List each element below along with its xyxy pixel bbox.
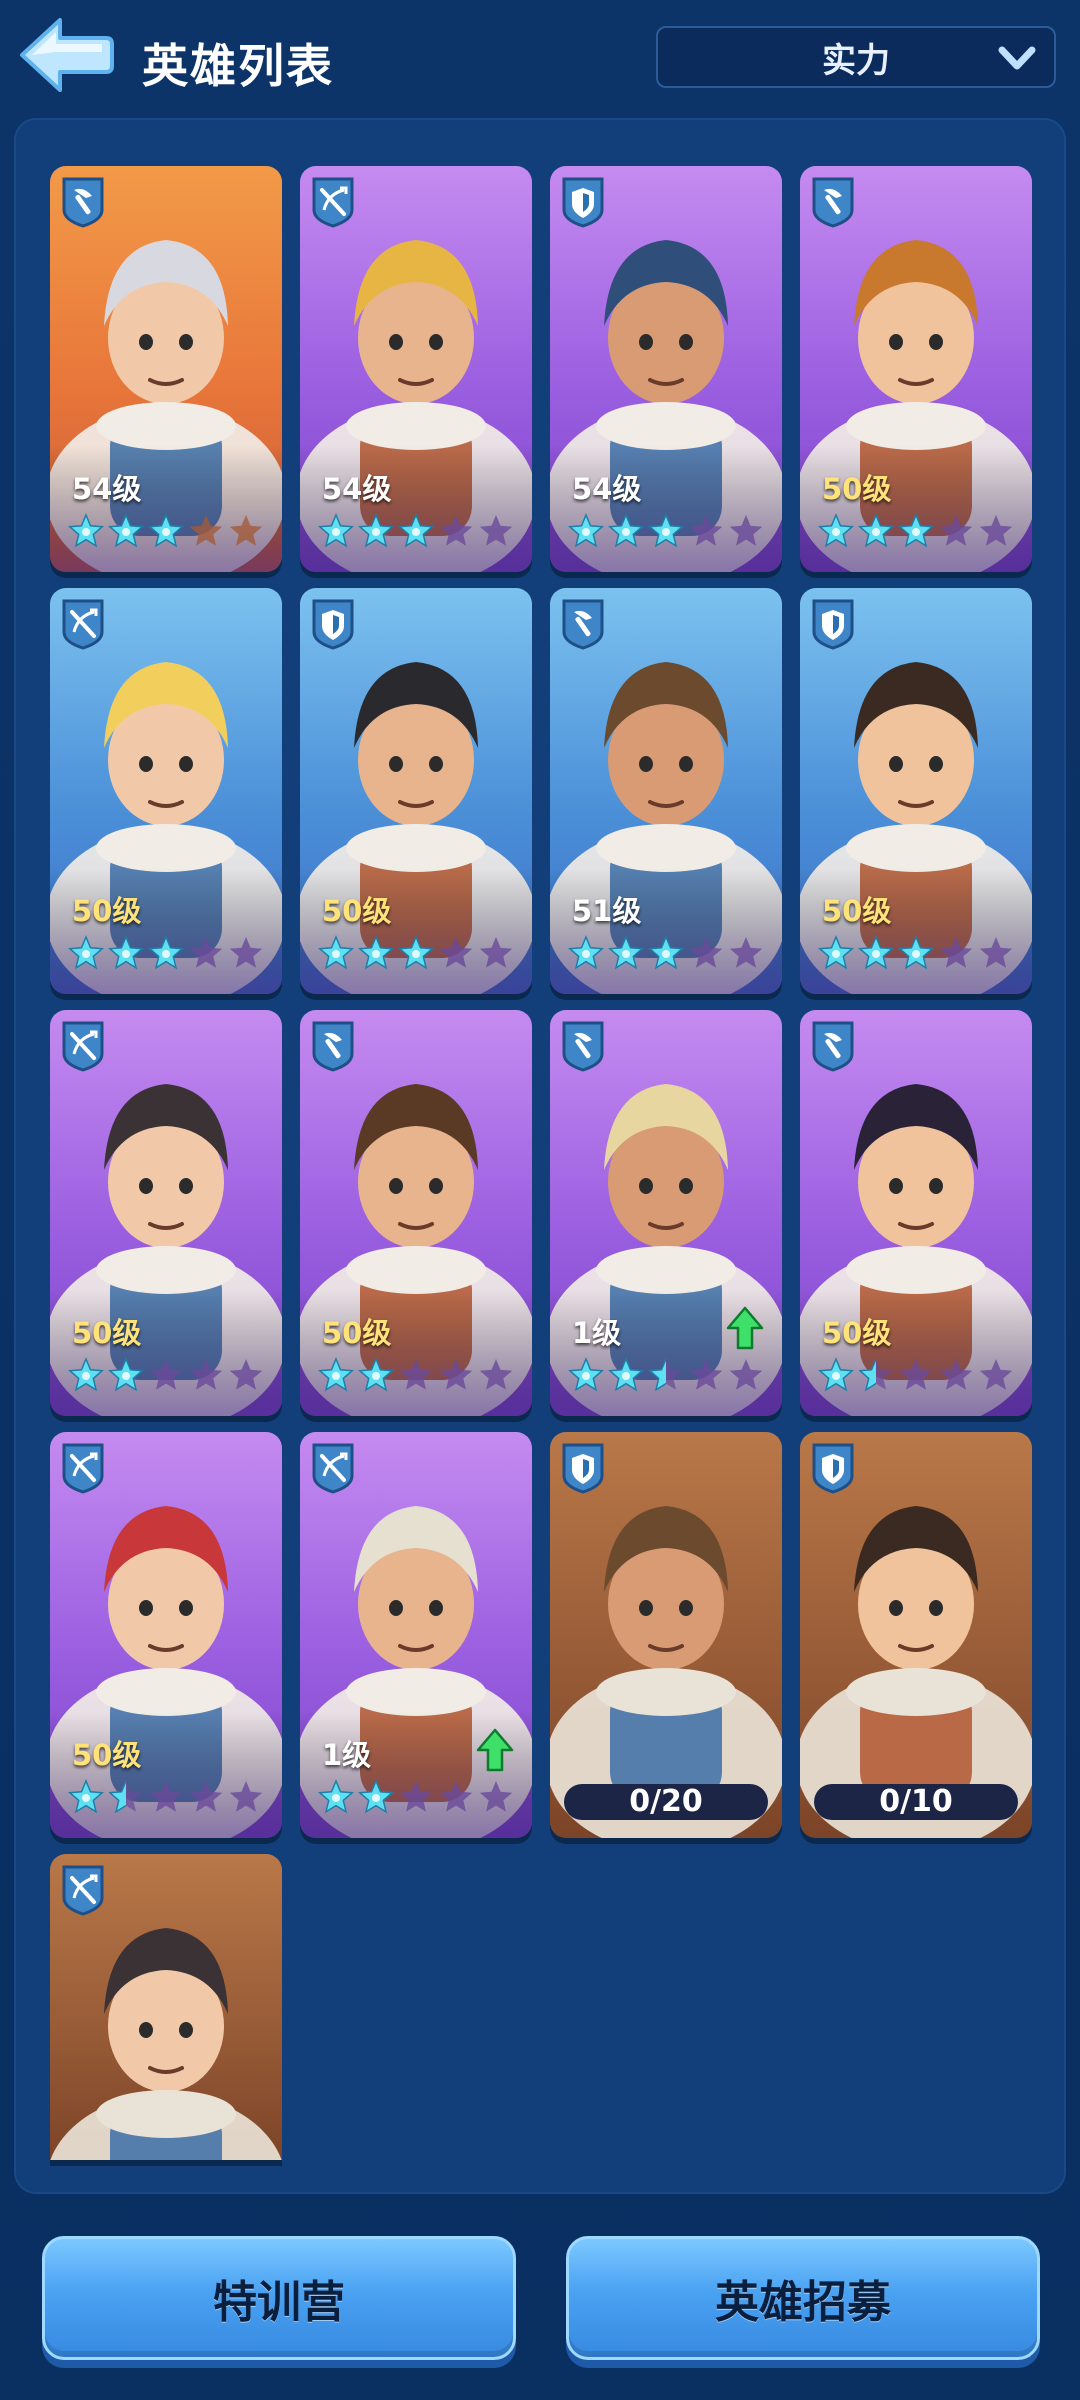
locked-hero-card[interactable]: 0/10 — [800, 1432, 1032, 1838]
locked-hero-card[interactable] — [50, 1854, 282, 2160]
hero-recruit-button[interactable]: 英雄招募 — [566, 2236, 1040, 2360]
star-rating — [817, 935, 1013, 970]
hero-card[interactable]: 50级 — [800, 1010, 1032, 1416]
star-rating — [317, 935, 513, 970]
shield-icon — [812, 1443, 854, 1494]
hero-level: 50级 — [822, 1316, 892, 1350]
pickaxe-icon — [562, 1021, 604, 1072]
shield-icon — [562, 1443, 604, 1494]
hero-card[interactable]: 50级 — [300, 1010, 532, 1416]
hero-card[interactable]: 50级 — [50, 1432, 282, 1838]
hero-card[interactable]: 54级 — [300, 166, 532, 572]
page-title: 英雄列表 — [142, 39, 334, 93]
pickaxe-icon — [62, 177, 104, 228]
hero-card[interactable]: 1级 — [550, 1010, 782, 1416]
chevron-down-icon — [998, 46, 1036, 70]
star-rating — [567, 935, 763, 970]
star-rating — [317, 1357, 513, 1392]
crossbow-icon — [62, 599, 104, 650]
upgrade-arrow-icon — [726, 1306, 764, 1350]
hero-level: 50级 — [322, 894, 392, 928]
hero-recruit-button-label: 英雄招募 — [715, 2277, 891, 2328]
crossbow-icon — [312, 177, 354, 228]
star-rating — [67, 1779, 263, 1814]
hero-level: 54级 — [322, 472, 392, 506]
pickaxe-icon — [812, 177, 854, 228]
star-rating — [317, 513, 513, 548]
hero-level: 54级 — [572, 472, 642, 506]
shield-icon — [312, 599, 354, 650]
hero-level: 50级 — [72, 1316, 142, 1350]
star-rating — [67, 1357, 263, 1392]
star-rating — [817, 1357, 1013, 1392]
shield-icon — [812, 599, 854, 650]
hero-card[interactable]: 50级 — [300, 588, 532, 994]
star-rating — [817, 513, 1013, 548]
back-arrow-icon[interactable] — [14, 14, 114, 96]
hero-level: 1级 — [322, 1738, 372, 1772]
hero-level: 51级 — [572, 894, 642, 928]
hero-card[interactable]: 50级 — [50, 1010, 282, 1416]
hero-level: 50级 — [322, 1316, 392, 1350]
hero-level: 50级 — [822, 472, 892, 506]
pickaxe-icon — [562, 599, 604, 650]
shard-progress: 0/20 — [564, 1784, 768, 1820]
pickaxe-icon — [312, 1021, 354, 1072]
hero-card[interactable]: 54级 — [50, 166, 282, 572]
star-rating — [317, 1779, 513, 1814]
sort-dropdown[interactable]: 实力 — [656, 26, 1056, 88]
shard-progress: 0/10 — [814, 1784, 1018, 1820]
upgrade-arrow-icon — [476, 1728, 514, 1772]
hero-level: 50级 — [72, 1738, 142, 1772]
sort-dropdown-value: 实力 — [822, 40, 890, 81]
hero-level: 54级 — [72, 472, 142, 506]
hero-card[interactable]: 50级 — [800, 166, 1032, 572]
hero-card[interactable]: 51级 — [550, 588, 782, 994]
training-camp-button-label: 特训营 — [213, 2277, 345, 2328]
hero-card[interactable]: 50级 — [800, 588, 1032, 994]
training-camp-button[interactable]: 特训营 — [42, 2236, 516, 2360]
hero-list-screen: 英雄列表 实力 54级 54级 54级 50级 50级 50级 51级 50级 … — [0, 0, 1080, 2400]
hero-card[interactable]: 1级 — [300, 1432, 532, 1838]
star-rating — [567, 513, 763, 548]
locked-hero-card[interactable]: 0/20 — [550, 1432, 782, 1838]
hero-level: 50级 — [72, 894, 142, 928]
hero-card[interactable]: 50级 — [50, 588, 282, 994]
star-rating — [67, 935, 263, 970]
hero-level: 1级 — [572, 1316, 622, 1350]
crossbow-icon — [62, 1865, 104, 1916]
crossbow-icon — [312, 1443, 354, 1494]
hero-card[interactable]: 54级 — [550, 166, 782, 572]
pickaxe-icon — [812, 1021, 854, 1072]
hero-level: 50级 — [822, 894, 892, 928]
star-rating — [67, 513, 263, 548]
hero-grid-panel: 54级 54级 54级 50级 50级 50级 51级 50级 50级 50级 … — [14, 118, 1066, 2194]
crossbow-icon — [62, 1443, 104, 1494]
shield-icon — [562, 177, 604, 228]
crossbow-icon — [62, 1021, 104, 1072]
star-rating — [567, 1357, 763, 1392]
